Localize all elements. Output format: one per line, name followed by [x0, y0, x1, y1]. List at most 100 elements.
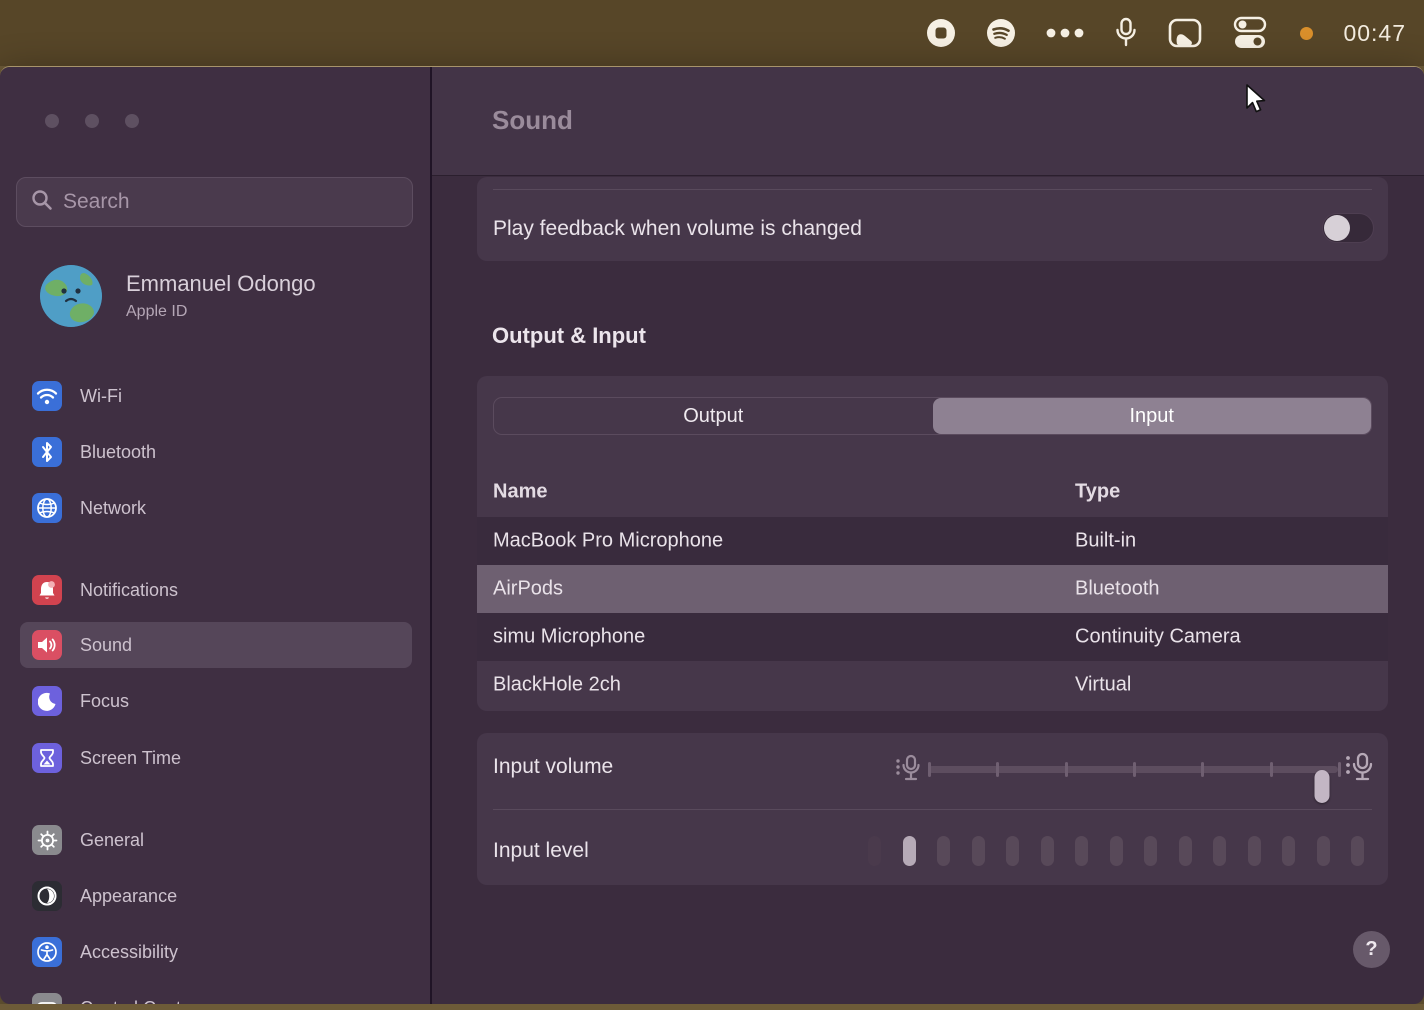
level-segment [1075, 836, 1088, 866]
sidebar-item-general[interactable]: General [20, 817, 412, 863]
input-volume-slider[interactable] [895, 749, 1375, 789]
slider-tick [1338, 762, 1341, 777]
wifi-icon [32, 381, 62, 411]
sidebar-item-label: Notifications [80, 580, 178, 601]
slider-tick [1065, 762, 1068, 777]
output-input-heading: Output & Input [492, 323, 646, 349]
sidebar-item-screen-time[interactable]: Screen Time [20, 735, 412, 781]
slider-tick [1133, 762, 1136, 777]
hourglass-icon [32, 743, 62, 773]
control-toggles-icon[interactable] [1232, 16, 1270, 50]
slider-tick [1270, 762, 1273, 777]
sidebar-item-label: Focus [80, 691, 129, 712]
zoom-button[interactable] [125, 114, 139, 128]
mic-high-icon [1345, 751, 1375, 790]
level-segment [1213, 836, 1226, 866]
microphone-icon[interactable] [1114, 17, 1138, 49]
device-name: AirPods [493, 578, 563, 601]
search-icon [31, 189, 53, 216]
stop-record-icon[interactable] [926, 18, 956, 48]
sidebar-item-label: Appearance [80, 886, 177, 907]
page-title: Sound [492, 105, 573, 136]
search-input[interactable]: Search [16, 177, 413, 227]
sidebar-item-label: General [80, 830, 144, 851]
apple-id-label: Apple ID [126, 303, 316, 321]
mouse-cursor [1245, 84, 1269, 121]
level-segment [1282, 836, 1295, 866]
sidebar-item-bluetooth[interactable]: Bluetooth [20, 429, 412, 475]
system-settings-window: Search Emmanuel Odongo Apple ID Wi-FiBlu [0, 66, 1424, 1004]
input-volume-label: Input volume [493, 755, 613, 779]
apple-id-row[interactable]: Emmanuel Odongo Apple ID [40, 265, 316, 327]
bell-icon [32, 575, 62, 605]
user-name: Emmanuel Odongo [126, 271, 316, 297]
device-row-airpods[interactable]: AirPods Bluetooth [477, 565, 1388, 613]
sidebar-item-label: Screen Time [80, 748, 181, 769]
slider-thumb[interactable] [1314, 770, 1329, 803]
ellipsis-icon[interactable] [1046, 28, 1084, 38]
sidebar-item-control-centre[interactable]: Control Centre [20, 985, 412, 1004]
moon-icon [32, 686, 62, 716]
status-dot [1300, 27, 1313, 40]
sidebar-item-wi-fi[interactable]: Wi-Fi [20, 373, 412, 419]
device-name: BlackHole 2ch [493, 674, 621, 697]
play-feedback-toggle[interactable] [1322, 213, 1374, 243]
panel-header: Sound [432, 67, 1424, 176]
sidebar-item-label: Wi-Fi [80, 386, 122, 407]
play-feedback-label: Play feedback when volume is changed [493, 217, 862, 241]
close-button[interactable] [45, 114, 59, 128]
settings-sidebar: Search Emmanuel Odongo Apple ID Wi-FiBlu [0, 67, 430, 1004]
level-segment [1248, 836, 1261, 866]
input-level-label: Input level [493, 839, 589, 863]
tab-input[interactable]: Input [933, 398, 1372, 434]
level-segment [1006, 836, 1019, 866]
sidebar-item-network[interactable]: Network [20, 485, 412, 531]
input-volume-card: Input volume Input level [477, 733, 1388, 885]
globe-icon [32, 493, 62, 523]
level-segment [972, 836, 985, 866]
sidebar-item-accessibility[interactable]: Accessibility [20, 929, 412, 975]
toggle-knob [1324, 215, 1350, 241]
sidebar-item-notifications[interactable]: Notifications [20, 567, 412, 613]
sidebar-item-label: Accessibility [80, 942, 178, 963]
device-row-macbook-pro-microphone[interactable]: MacBook Pro Microphone Built-in [477, 517, 1388, 565]
device-type: Continuity Camera [1075, 626, 1241, 649]
slider-track[interactable] [928, 766, 1338, 773]
mic-low-icon [895, 753, 923, 790]
level-segment [1110, 836, 1123, 866]
slider-tick [928, 762, 931, 777]
level-segment [1317, 836, 1330, 866]
sound-settings-panel: Sound Play feedback when volume is chang… [430, 67, 1424, 1004]
spotify-icon[interactable] [986, 18, 1016, 48]
screen-mirroring-icon[interactable] [1168, 17, 1202, 49]
menu-bar: 00:47 [0, 0, 1424, 66]
tab-output[interactable]: Output [494, 398, 933, 434]
help-button[interactable]: ? [1353, 931, 1390, 968]
device-name: MacBook Pro Microphone [493, 530, 723, 553]
speaker-icon [32, 630, 62, 660]
level-segment [868, 836, 881, 866]
sidebar-item-label: Bluetooth [80, 442, 156, 463]
device-type: Built-in [1075, 530, 1136, 553]
table-header: Name Type [477, 466, 1388, 517]
level-segment [1144, 836, 1157, 866]
device-row-simu-microphone[interactable]: simu Microphone Continuity Camera [477, 613, 1388, 661]
device-type: Bluetooth [1075, 578, 1160, 601]
sidebar-item-focus[interactable]: Focus [20, 678, 412, 724]
search-placeholder: Search [63, 190, 130, 214]
sidebar-item-appearance[interactable]: Appearance [20, 873, 412, 919]
device-type: Virtual [1075, 674, 1131, 697]
device-row-blackhole-2ch[interactable]: BlackHole 2ch Virtual [477, 661, 1388, 709]
level-segment [1041, 836, 1054, 866]
menu-bar-clock[interactable]: 00:47 [1343, 20, 1406, 47]
appearance-icon [32, 881, 62, 911]
row-separator [493, 189, 1372, 190]
sidebar-item-sound[interactable]: Sound [20, 622, 412, 668]
sidebar-item-label: Sound [80, 635, 132, 656]
level-segment [1351, 836, 1364, 866]
device-name: simu Microphone [493, 626, 645, 649]
row-separator [493, 809, 1372, 810]
column-type: Type [1075, 480, 1120, 503]
level-segment [937, 836, 950, 866]
minimize-button[interactable] [85, 114, 99, 128]
